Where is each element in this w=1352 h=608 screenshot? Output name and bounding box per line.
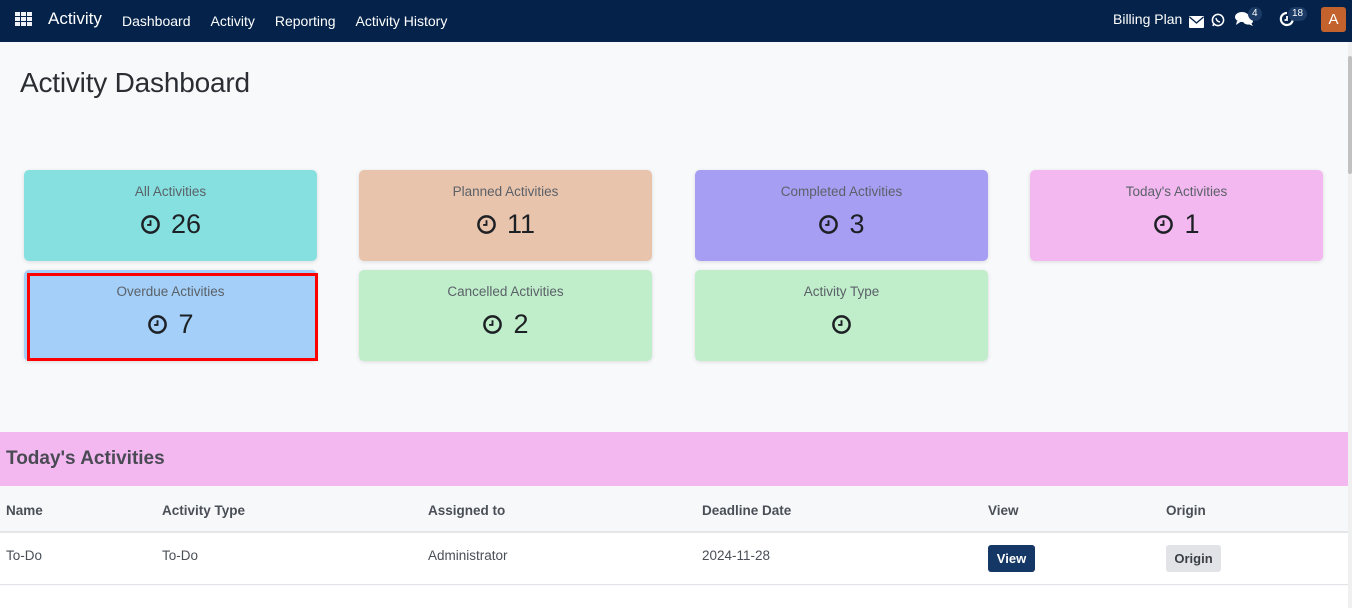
menu-item-reporting[interactable]: Reporting: [275, 13, 336, 29]
column-header-deadline-date: Deadline Date: [702, 503, 792, 518]
clock-icon: [1154, 214, 1174, 234]
menu-item-activity[interactable]: Activity: [211, 13, 255, 29]
cell-assigned-to: Administrator: [428, 548, 508, 563]
apps-menu-icon[interactable]: [15, 12, 32, 26]
card-all-activities[interactable]: All Activities 26: [24, 170, 317, 261]
card-value: 7: [178, 309, 194, 339]
table-footer-space: [0, 586, 1348, 608]
card-label: Today's Activities: [1125, 184, 1228, 199]
card-completed-activities[interactable]: Completed Activities 3: [695, 170, 988, 261]
cell-activity-type: To-Do: [162, 548, 199, 563]
mail-icon[interactable]: [1189, 13, 1204, 32]
activities-count-badge: 18: [1288, 7, 1308, 21]
card-value: 26: [170, 209, 202, 239]
page-title: Activity Dashboard: [20, 67, 250, 98]
clock-icon: [141, 214, 160, 234]
card-value: 2: [513, 309, 529, 339]
user-avatar[interactable]: A: [1321, 7, 1346, 32]
card-label: Activity Type: [803, 284, 880, 299]
origin-button[interactable]: Origin: [1166, 545, 1221, 572]
table-row: To-Do To-Do Administrator 2024-11-28 Vie…: [0, 533, 1348, 585]
whatsapp-icon[interactable]: [1211, 12, 1225, 31]
column-header-origin: Origin: [1166, 503, 1206, 518]
top-navbar: Activity Dashboard Activity Reporting Ac…: [0, 0, 1352, 42]
view-button[interactable]: View: [988, 545, 1035, 572]
card-label: Planned Activities: [452, 184, 559, 199]
card-label: All Activities: [134, 184, 207, 199]
card-label: Overdue Activities: [116, 284, 225, 299]
todays-activities-table: Name Activity Type Assigned to Deadline …: [0, 487, 1348, 585]
card-value: 3: [849, 209, 865, 239]
column-header-activity-type: Activity Type: [162, 503, 246, 518]
scrollbar-thumb[interactable]: [1348, 56, 1352, 174]
clock-icon: [832, 314, 851, 334]
column-header-assigned-to: Assigned to: [428, 503, 506, 518]
card-cancelled-activities[interactable]: Cancelled Activities 2: [359, 270, 652, 361]
card-todays-activities[interactable]: Today's Activities 1: [1030, 170, 1323, 261]
main-menu: Dashboard Activity Reporting Activity Hi…: [122, 0, 467, 42]
card-value: 1: [1184, 209, 1200, 239]
column-header-name: Name: [6, 503, 43, 518]
card-planned-activities[interactable]: Planned Activities 11: [359, 170, 652, 261]
todays-activities-banner: Today's Activities: [0, 432, 1348, 486]
section-title: Today's Activities: [6, 448, 165, 469]
clock-icon: [483, 314, 503, 334]
table-header: Name Activity Type Assigned to Deadline …: [0, 487, 1348, 533]
menu-item-activity-history[interactable]: Activity History: [356, 13, 448, 29]
clock-icon: [148, 314, 168, 334]
billing-plan-link[interactable]: Billing Plan: [1113, 11, 1182, 27]
clock-icon: [477, 214, 496, 234]
card-value: 11: [506, 209, 536, 239]
column-header-view: View: [988, 503, 1019, 518]
cell-deadline-date: 2024-11-28: [702, 548, 771, 563]
card-label: Completed Activities: [780, 184, 903, 199]
card-overdue-activities[interactable]: Overdue Activities 7: [24, 270, 317, 361]
card-activity-type[interactable]: Activity Type: [695, 270, 988, 361]
app-brand[interactable]: Activity: [48, 9, 102, 29]
clock-icon: [819, 214, 839, 234]
card-label: Cancelled Activities: [447, 284, 564, 299]
cell-name: To-Do: [6, 548, 43, 563]
messages-count-badge: 4: [1248, 7, 1262, 21]
menu-item-dashboard[interactable]: Dashboard: [122, 13, 191, 29]
